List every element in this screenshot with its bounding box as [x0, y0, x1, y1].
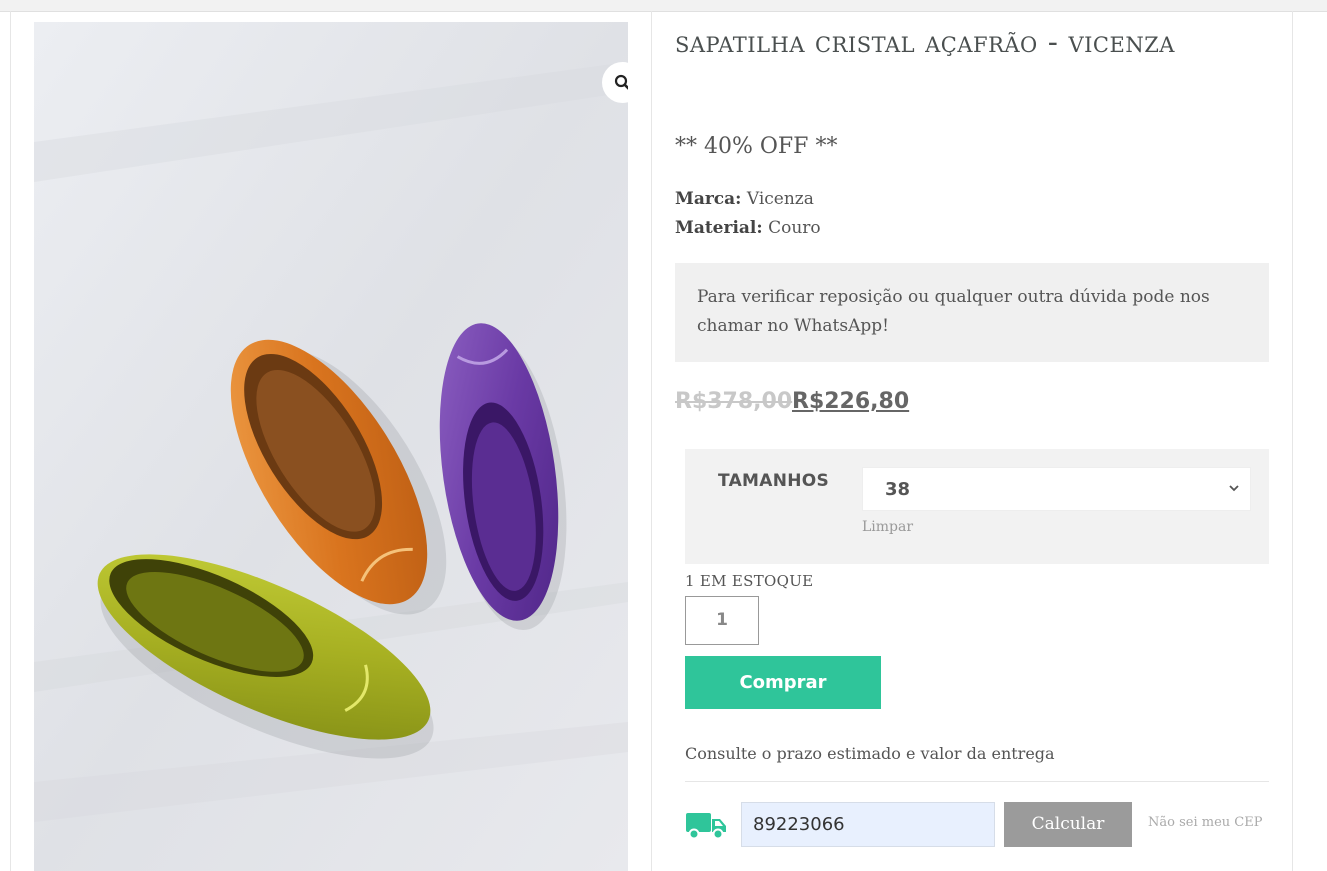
cep-input[interactable]: 89223066 — [741, 802, 995, 847]
truck-icon — [686, 813, 726, 840]
clear-link[interactable]: Limpar — [862, 519, 913, 535]
size-select[interactable]: 38 — [862, 467, 1251, 511]
quantity-input[interactable]: 1 — [685, 596, 759, 645]
divider-left — [10, 11, 11, 871]
size-selected-value: 38 — [885, 479, 911, 500]
material-value: Couro — [768, 218, 821, 238]
magnifier-icon — [614, 74, 628, 90]
top-bar — [0, 0, 1327, 12]
promo-text: ** 40% OFF ** — [675, 134, 838, 159]
product-image[interactable] — [34, 22, 628, 871]
brand-value: Vicenza — [746, 189, 814, 209]
brand-label: Marca: — [675, 189, 742, 209]
variation-box: TAMANHOS 38 Limpar — [685, 449, 1269, 564]
brand-row: Marca: Vicenza — [675, 189, 814, 209]
buy-button[interactable]: Comprar — [685, 656, 881, 709]
notice-box: Para verificar reposição ou qualquer out… — [675, 263, 1269, 362]
stock-status: 1 EM ESTOQUE — [685, 572, 814, 590]
product-title: Sapatilha Cristal Açafrão - Vicenza — [675, 25, 1175, 60]
divider-right — [1292, 11, 1293, 871]
divider-middle — [651, 11, 652, 871]
chevron-down-icon — [1229, 485, 1239, 492]
price-old: R$378,00 — [675, 389, 793, 414]
shipping-text: Consulte o prazo estimado e valor da ent… — [685, 744, 1055, 763]
product-photo — [34, 22, 628, 871]
unknown-cep-link[interactable]: Não sei meu CEP — [1148, 815, 1262, 830]
shipping-divider — [685, 781, 1269, 782]
size-label: TAMANHOS — [718, 471, 830, 491]
material-label: Material: — [675, 218, 763, 238]
calculate-button[interactable]: Calcular — [1004, 802, 1132, 847]
material-row: Material: Couro — [675, 218, 821, 238]
price-new: R$226,80 — [792, 389, 910, 414]
